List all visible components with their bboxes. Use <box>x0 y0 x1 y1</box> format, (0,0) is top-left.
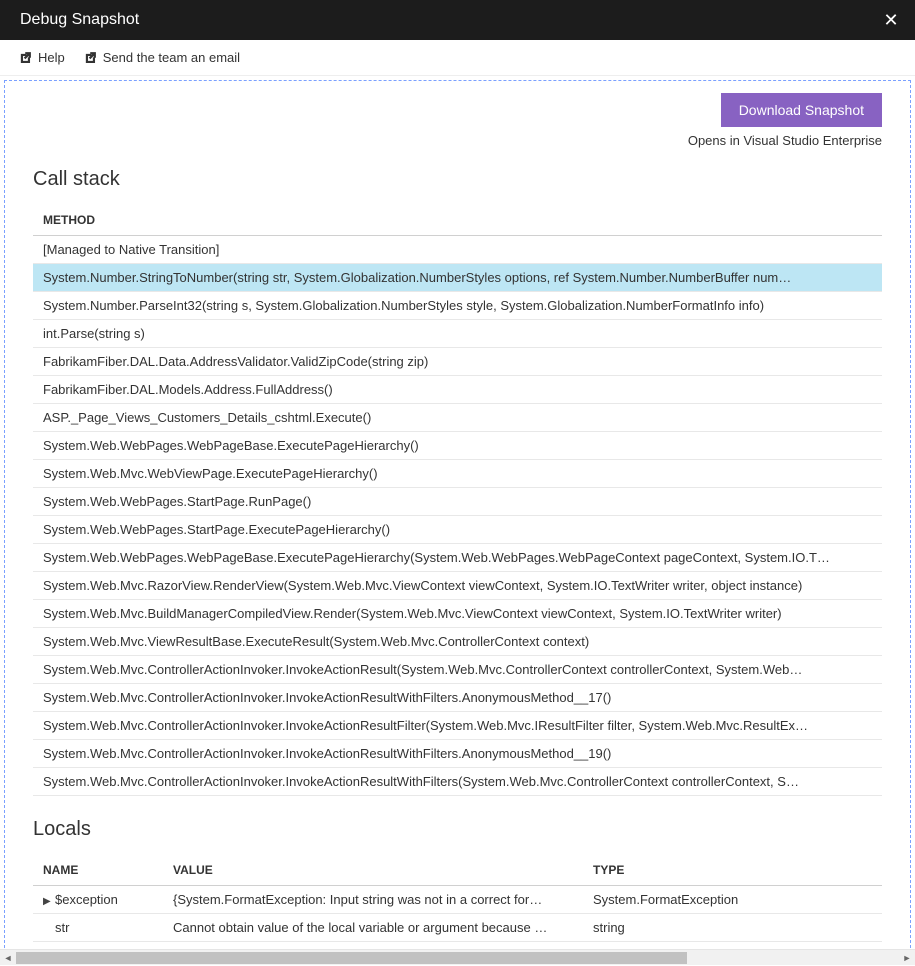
callstack-method: System.Web.Mvc.ControllerActionInvoker.I… <box>33 712 882 740</box>
callstack-row[interactable]: FabrikamFiber.DAL.Data.AddressValidator.… <box>33 348 882 376</box>
callstack-row[interactable]: System.Web.Mvc.ControllerActionInvoker.I… <box>33 656 882 684</box>
callstack-row[interactable]: System.Web.Mvc.ControllerActionInvoker.I… <box>33 740 882 768</box>
scroll-right-icon[interactable]: ► <box>899 950 915 966</box>
callstack-method: ASP._Page_Views_Customers_Details_cshtml… <box>33 404 882 432</box>
locals-type: string <box>583 914 882 942</box>
content-scroll[interactable]: Download Snapshot Opens in Visual Studio… <box>0 76 915 949</box>
callstack-method: System.Web.Mvc.ControllerActionInvoker.I… <box>33 684 882 712</box>
content-panel: Download Snapshot Opens in Visual Studio… <box>4 80 911 949</box>
callstack-method: FabrikamFiber.DAL.Models.Address.FullAdd… <box>33 376 882 404</box>
locals-row[interactable]: strCannot obtain value of the local vari… <box>33 914 882 942</box>
callstack-row[interactable]: System.Web.Mvc.BuildManagerCompiledView.… <box>33 600 882 628</box>
titlebar: Debug Snapshot ✕ <box>0 0 915 40</box>
callstack-table: METHOD [Managed to Native Transition]Sys… <box>33 205 882 796</box>
callstack-method: System.Web.Mvc.ControllerActionInvoker.I… <box>33 768 882 796</box>
callstack-row[interactable]: System.Web.WebPages.WebPageBase.ExecuteP… <box>33 544 882 572</box>
scroll-thumb[interactable] <box>16 952 687 964</box>
locals-value: Cannot obtain value of the local variabl… <box>163 942 583 950</box>
callstack-method: System.Number.ParseInt32(string s, Syste… <box>33 292 882 320</box>
callstack-row[interactable]: System.Web.WebPages.StartPage.ExecutePag… <box>33 516 882 544</box>
email-link[interactable]: Send the team an email <box>83 50 240 65</box>
close-icon[interactable]: ✕ <box>879 10 903 31</box>
locals-header-value: VALUE <box>163 855 583 886</box>
callstack-method: System.Web.Mvc.BuildManagerCompiledView.… <box>33 600 882 628</box>
callstack-method: System.Web.Mvc.RazorView.RenderView(Syst… <box>33 572 882 600</box>
callstack-method: System.Web.Mvc.ControllerActionInvoker.I… <box>33 656 882 684</box>
callstack-row[interactable]: FabrikamFiber.DAL.Models.Address.FullAdd… <box>33 376 882 404</box>
help-link[interactable]: Help <box>18 50 65 65</box>
callstack-method: int.Parse(string s) <box>33 320 882 348</box>
horizontal-scrollbar[interactable]: ◄ ► <box>0 949 915 965</box>
callstack-method: System.Web.Mvc.WebViewPage.ExecutePageHi… <box>33 460 882 488</box>
callstack-row[interactable]: System.Web.Mvc.ControllerActionInvoker.I… <box>33 768 882 796</box>
external-link-icon <box>83 51 97 65</box>
callstack-row[interactable]: int.Parse(string s) <box>33 320 882 348</box>
email-label: Send the team an email <box>103 50 240 65</box>
locals-name: str <box>33 914 163 942</box>
callstack-row[interactable]: System.Web.Mvc.RazorView.RenderView(Syst… <box>33 572 882 600</box>
callstack-row[interactable]: System.Number.StringToNumber(string str,… <box>33 264 882 292</box>
callstack-header-method: METHOD <box>33 205 882 236</box>
callstack-method: System.Web.WebPages.StartPage.RunPage() <box>33 488 882 516</box>
callstack-row[interactable]: System.Web.Mvc.ControllerActionInvoker.I… <box>33 712 882 740</box>
help-label: Help <box>38 50 65 65</box>
callstack-title: Call stack <box>33 168 882 191</box>
external-link-icon <box>18 51 32 65</box>
callstack-method: System.Web.WebPages.WebPageBase.ExecuteP… <box>33 544 882 572</box>
callstack-row[interactable]: System.Web.Mvc.ViewResultBase.ExecuteRes… <box>33 628 882 656</box>
callstack-row[interactable]: System.Number.ParseInt32(string s, Syste… <box>33 292 882 320</box>
callstack-row[interactable]: ASP._Page_Views_Customers_Details_cshtml… <box>33 404 882 432</box>
toolbar: Help Send the team an email <box>0 40 915 76</box>
locals-type: System.FormatException <box>583 886 882 914</box>
locals-name: options <box>33 942 163 950</box>
locals-header-name: NAME <box>33 855 163 886</box>
locals-value: Cannot obtain value of the local variabl… <box>163 914 583 942</box>
download-snapshot-button[interactable]: Download Snapshot <box>721 93 882 127</box>
expand-icon[interactable]: ▶ <box>43 896 53 907</box>
callstack-method: FabrikamFiber.DAL.Data.AddressValidator.… <box>33 348 882 376</box>
callstack-row[interactable]: System.Web.WebPages.StartPage.RunPage() <box>33 488 882 516</box>
download-hint: Opens in Visual Studio Enterprise <box>688 133 882 148</box>
scroll-track[interactable] <box>16 950 899 965</box>
callstack-method: System.Number.StringToNumber(string str,… <box>33 264 882 292</box>
locals-header-type: TYPE <box>583 855 882 886</box>
locals-table: NAME VALUE TYPE ▶$exception{System.Forma… <box>33 855 882 949</box>
locals-row[interactable]: ▶$exception{System.FormatException: Inpu… <box>33 886 882 914</box>
locals-name: ▶$exception <box>33 886 163 914</box>
callstack-method: System.Web.WebPages.WebPageBase.ExecuteP… <box>33 432 882 460</box>
callstack-method: System.Web.Mvc.ViewResultBase.ExecuteRes… <box>33 628 882 656</box>
callstack-method: [Managed to Native Transition] <box>33 236 882 264</box>
scroll-left-icon[interactable]: ◄ <box>0 950 16 966</box>
callstack-row[interactable]: [Managed to Native Transition] <box>33 236 882 264</box>
callstack-row[interactable]: System.Web.Mvc.ControllerActionInvoker.I… <box>33 684 882 712</box>
window-title: Debug Snapshot <box>20 11 139 29</box>
callstack-row[interactable]: System.Web.Mvc.WebViewPage.ExecutePageHi… <box>33 460 882 488</box>
callstack-row[interactable]: System.Web.WebPages.WebPageBase.ExecuteP… <box>33 432 882 460</box>
locals-row[interactable]: optionsCannot obtain value of the local … <box>33 942 882 950</box>
callstack-method: System.Web.Mvc.ControllerActionInvoker.I… <box>33 740 882 768</box>
callstack-method: System.Web.WebPages.StartPage.ExecutePag… <box>33 516 882 544</box>
locals-value: {System.FormatException: Input string wa… <box>163 886 583 914</box>
locals-title: Locals <box>33 818 882 841</box>
locals-type: System.Globalization.NumberStyles <box>583 942 882 950</box>
top-action-area: Download Snapshot Opens in Visual Studio… <box>33 93 882 148</box>
